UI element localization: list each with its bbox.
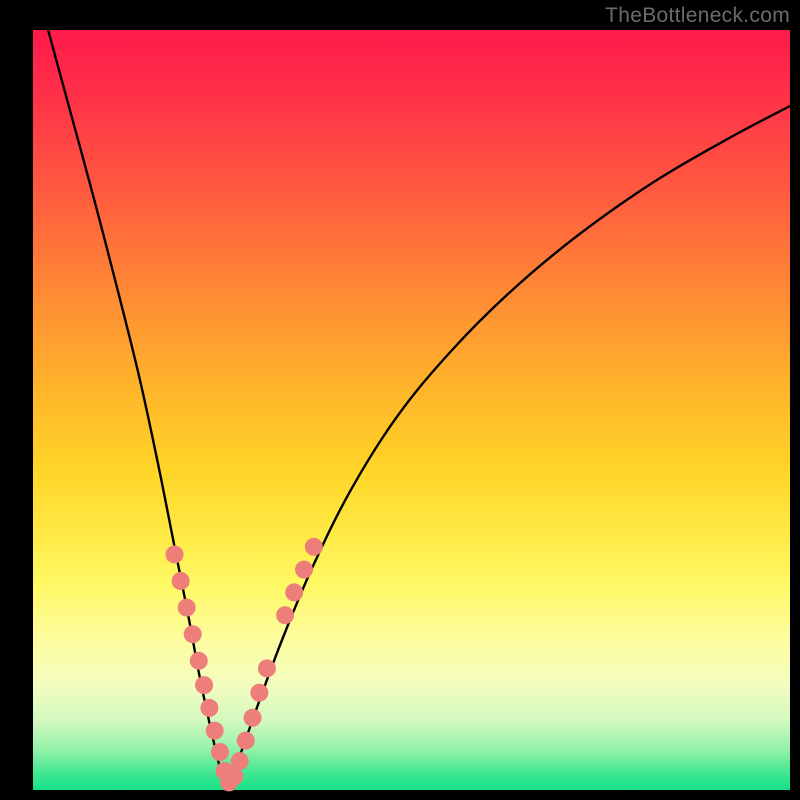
curve-left [48, 30, 227, 790]
chart-overlay [0, 0, 800, 800]
marker-point [206, 722, 224, 740]
marker-point [200, 699, 218, 717]
marker-point [285, 583, 303, 601]
marker-point [295, 561, 313, 579]
curve-right [227, 106, 790, 790]
chart-frame: TheBottleneck.com [0, 0, 800, 800]
marker-point [211, 743, 229, 761]
marker-point [166, 545, 184, 563]
marker-point [190, 652, 208, 670]
marker-point [258, 659, 276, 677]
marker-point [305, 538, 323, 556]
marker-point [184, 625, 202, 643]
marker-point [250, 684, 268, 702]
marker-point [237, 732, 255, 750]
marker-point [244, 709, 262, 727]
line-left-branch [48, 30, 227, 790]
marker-group [166, 538, 323, 792]
marker-point [276, 606, 294, 624]
line-right-branch [227, 106, 790, 790]
marker-point [172, 572, 190, 590]
marker-point [231, 752, 249, 770]
marker-point [178, 599, 196, 617]
marker-point [195, 676, 213, 694]
